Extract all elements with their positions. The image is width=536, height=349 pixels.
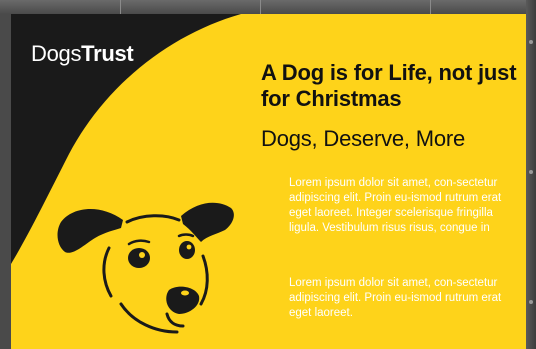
- screenshot-stage: DogsTrust A Dog is for Life, not just fo…: [0, 0, 536, 349]
- logo-word-trust: Trust: [81, 41, 134, 66]
- dogs-trust-logo: DogsTrust: [31, 41, 134, 67]
- right-frame-strip: [526, 0, 536, 349]
- frame-seam: [260, 0, 261, 14]
- dog-face-icon: [57, 202, 234, 334]
- frame-seam: [430, 0, 431, 14]
- frame-bolt: [529, 300, 533, 304]
- poster-subhead: Dogs, Deserve, More: [261, 126, 466, 151]
- poster-headline: A Dog is for Life, not just for Christma…: [261, 60, 517, 111]
- body-paragraph-2: Lorem ipsum dolor sit amet, con-sectetur…: [289, 277, 502, 319]
- logo-word-dogs: Dogs: [31, 41, 82, 66]
- frame-bolt: [529, 40, 533, 44]
- poster-panel: DogsTrust A Dog is for Life, not just fo…: [11, 14, 526, 349]
- body-paragraph-1: Lorem ipsum dolor sit amet, con-sectetur…: [289, 177, 502, 234]
- top-frame-strip: [0, 0, 536, 14]
- frame-bolt: [529, 170, 533, 174]
- frame-seam: [120, 0, 121, 14]
